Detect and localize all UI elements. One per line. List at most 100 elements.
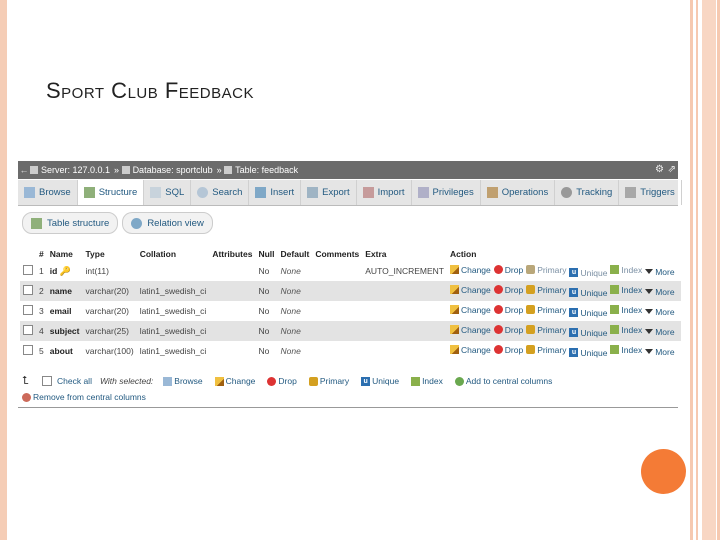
unique-button[interactable]: u Unique (569, 308, 607, 318)
primary-button[interactable]: Primary (526, 305, 566, 315)
more-button[interactable]: More (645, 287, 675, 297)
bulk-index-button[interactable]: Index (411, 376, 443, 386)
check-all-label[interactable]: Check all (57, 376, 92, 386)
chevron-down-icon (645, 329, 654, 334)
phpmyadmin-screenshot: ← Server: 127.0.0.1 » Database: sportclu… (18, 161, 682, 408)
index-button[interactable]: Index (610, 265, 642, 275)
table-row: 5 about varchar(100) latin1_swedish_ci No Non… (20, 341, 681, 361)
unique-button[interactable]: u Unique (569, 288, 607, 298)
row-checkbox[interactable] (23, 345, 33, 355)
change-button[interactable]: Change (449, 265, 491, 275)
tab-operations[interactable]: Operations (481, 180, 556, 205)
index-icon (610, 285, 620, 294)
bulk-drop-button[interactable]: Drop (267, 376, 297, 386)
change-button[interactable]: Change (449, 325, 491, 335)
gear-icon[interactable]: ⚙ (655, 164, 664, 175)
sql-icon (150, 187, 162, 198)
change-button[interactable]: Change (449, 345, 491, 355)
drop-icon (493, 345, 503, 354)
check-all-checkbox[interactable] (42, 376, 52, 386)
bulk-add-central-button[interactable]: Add to central columns (454, 376, 552, 386)
row-checkbox-cell (20, 281, 36, 301)
key-icon (526, 285, 536, 294)
index-button[interactable]: Index (610, 285, 642, 295)
tab-search[interactable]: Search (191, 180, 250, 205)
bulk-unique-button[interactable]: u Unique (361, 376, 399, 386)
more-button[interactable]: More (645, 347, 675, 357)
column-header[interactable]: Extra (362, 247, 447, 261)
column-header[interactable]: Collation (136, 247, 210, 261)
row-number: 1 (36, 261, 47, 281)
primary-button[interactable]: Primary (526, 345, 566, 355)
index-button[interactable]: Index (610, 325, 642, 335)
collapse-icon[interactable]: ⇗ (668, 164, 676, 175)
key-icon (526, 325, 536, 334)
primary-button[interactable]: Primary (526, 265, 566, 275)
drop-button[interactable]: Drop (493, 345, 523, 355)
border-stripe (702, 0, 716, 540)
tab-insert[interactable]: Insert (249, 180, 302, 205)
bulk-browse-button[interactable]: Browse (163, 376, 203, 386)
change-button[interactable]: Change (449, 285, 491, 295)
tab-sql[interactable]: SQL (144, 180, 192, 205)
tab-privileges[interactable]: Privileges (412, 180, 481, 205)
back-arrow-icon[interactable]: ← (18, 165, 30, 175)
default-value: None (280, 266, 301, 276)
change-button[interactable]: Change (449, 305, 491, 315)
row-checkbox[interactable] (23, 325, 33, 335)
column-header: Action (446, 247, 681, 261)
index-button[interactable]: Index (610, 305, 642, 315)
field-name-cell: id 🔑 (46, 261, 83, 281)
subtab-table-structure[interactable]: Table structure (22, 212, 119, 234)
row-checkbox[interactable] (23, 265, 33, 275)
unique-button[interactable]: u Unique (569, 268, 607, 278)
tab-triggers[interactable]: Triggers (619, 180, 682, 205)
more-button[interactable]: More (645, 307, 675, 317)
tab-browse[interactable]: Browse (18, 180, 78, 205)
chevron-down-icon (645, 289, 654, 294)
column-header[interactable]: Null (255, 247, 278, 261)
drop-button[interactable]: Drop (493, 265, 523, 275)
field-null: No (255, 341, 278, 361)
more-button[interactable]: More (645, 267, 675, 277)
unique-icon: u (569, 348, 579, 357)
column-header[interactable]: Comments (312, 247, 363, 261)
drop-button[interactable]: Drop (493, 285, 523, 295)
row-checkbox[interactable] (23, 305, 33, 315)
triggers-icon (625, 187, 637, 198)
drop-button[interactable]: Drop (493, 325, 523, 335)
more-button[interactable]: More (645, 327, 675, 337)
unique-button[interactable]: u Unique (569, 348, 607, 358)
table-structure-icon (31, 217, 42, 229)
breadcrumb-database[interactable]: Database: sportclub (121, 165, 213, 175)
subtab-relation-view[interactable]: Relation view (122, 212, 213, 234)
field-name: about (49, 346, 73, 356)
tab-structure[interactable]: Structure (77, 180, 145, 205)
drop-icon (267, 376, 277, 386)
field-extra (362, 341, 447, 361)
tab-export[interactable]: Export (301, 180, 357, 205)
field-type: varchar(20) (82, 301, 137, 321)
index-button[interactable]: Index (610, 345, 642, 355)
column-header[interactable]: Default (277, 247, 313, 261)
column-header[interactable]: Name (46, 247, 83, 261)
pencil-icon (449, 265, 459, 274)
tab-import[interactable]: Import (357, 180, 412, 205)
default-value: None (280, 346, 301, 356)
border-stripe (690, 0, 693, 540)
index-icon (610, 265, 620, 274)
breadcrumb-table[interactable]: Table: feedback (224, 165, 298, 175)
bulk-primary-button[interactable]: Primary (308, 376, 349, 386)
drop-button[interactable]: Drop (493, 305, 523, 315)
bulk-remove-central-button[interactable]: Remove from central columns (22, 392, 146, 402)
column-header[interactable]: Attributes (209, 247, 256, 261)
primary-button[interactable]: Primary (526, 325, 566, 335)
row-checkbox[interactable] (23, 285, 33, 295)
bulk-change-button[interactable]: Change (214, 376, 255, 386)
primary-button[interactable]: Primary (526, 285, 566, 295)
field-attributes (209, 321, 256, 341)
tab-tracking[interactable]: Tracking (555, 180, 620, 205)
breadcrumb-server[interactable]: Server: 127.0.0.1 (30, 165, 110, 175)
column-header[interactable]: Type (82, 247, 137, 261)
unique-button[interactable]: u Unique (569, 328, 607, 338)
